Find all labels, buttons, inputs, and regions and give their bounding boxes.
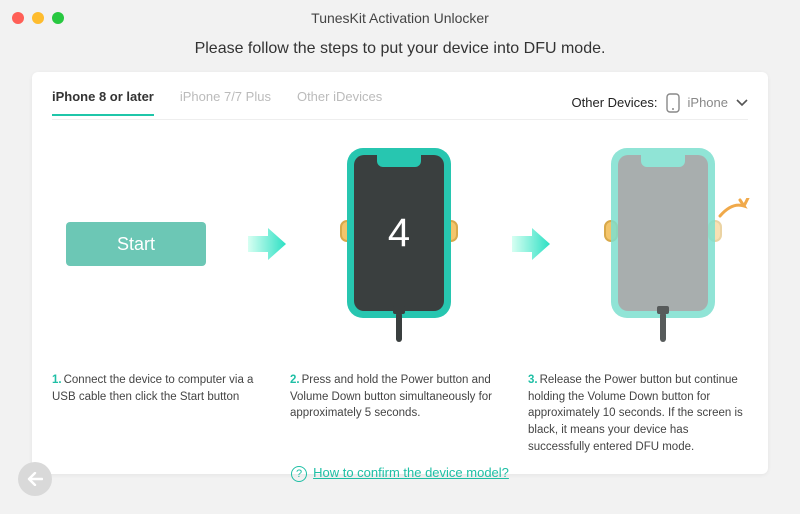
- tab-iphone-8-later[interactable]: iPhone 8 or later: [52, 89, 154, 116]
- help-link-row: ? How to confirm the device model?: [52, 465, 748, 482]
- step-desc-3: 3.Release the Power button but continue …: [528, 372, 748, 455]
- tab-other-idevices[interactable]: Other iDevices: [297, 89, 382, 116]
- step-desc-2: 2.Press and hold the Power button and Vo…: [290, 372, 510, 455]
- release-arrow-icon: [718, 198, 752, 220]
- window-title: TunesKit Activation Unlocker: [0, 10, 800, 26]
- countdown-display: 4: [354, 155, 444, 311]
- step-num: 3.: [528, 374, 538, 386]
- start-button[interactable]: Start: [66, 222, 206, 266]
- device-selected-value: iPhone: [688, 95, 728, 110]
- arrow-icon: [246, 224, 288, 264]
- help-icon: ?: [291, 466, 307, 482]
- back-button[interactable]: [18, 462, 52, 496]
- chevron-down-icon: [736, 99, 748, 107]
- main-card: iPhone 8 or later iPhone 7/7 Plus Other …: [32, 72, 768, 474]
- step-num: 1.: [52, 374, 62, 386]
- tab-iphone-7[interactable]: iPhone 7/7 Plus: [180, 89, 271, 116]
- step3-illustration: [578, 144, 748, 344]
- step1-illustration: Start: [52, 222, 220, 266]
- step-descriptions: 1.Connect the device to computer via a U…: [52, 372, 748, 455]
- phone-step2: 4: [347, 148, 451, 318]
- step-text: Connect the device to computer via a USB…: [52, 374, 253, 403]
- titlebar: TunesKit Activation Unlocker: [0, 0, 800, 36]
- tabs: iPhone 8 or later iPhone 7/7 Plus Other …: [52, 89, 382, 116]
- cable-icon: [660, 312, 666, 342]
- tabs-row: iPhone 8 or later iPhone 7/7 Plus Other …: [52, 86, 748, 120]
- arrow-icon: [510, 224, 552, 264]
- other-devices-label: Other Devices:: [572, 95, 658, 110]
- device-dropdown[interactable]: iPhone: [666, 93, 748, 113]
- step2-illustration: 4: [314, 144, 484, 344]
- other-devices-selector: Other Devices: iPhone: [572, 93, 748, 113]
- cable-icon: [396, 312, 402, 342]
- phone-step3: [611, 148, 715, 318]
- phone-icon: [666, 93, 680, 113]
- step-text: Press and hold the Power button and Volu…: [290, 374, 492, 419]
- step-text: Release the Power button but continue ho…: [528, 374, 743, 453]
- step-num: 2.: [290, 374, 300, 386]
- step-desc-1: 1.Connect the device to computer via a U…: [52, 372, 272, 455]
- page-subtitle: Please follow the steps to put your devi…: [0, 40, 800, 58]
- help-link[interactable]: How to confirm the device model?: [313, 465, 509, 480]
- steps-illustration: Start 4: [52, 144, 748, 344]
